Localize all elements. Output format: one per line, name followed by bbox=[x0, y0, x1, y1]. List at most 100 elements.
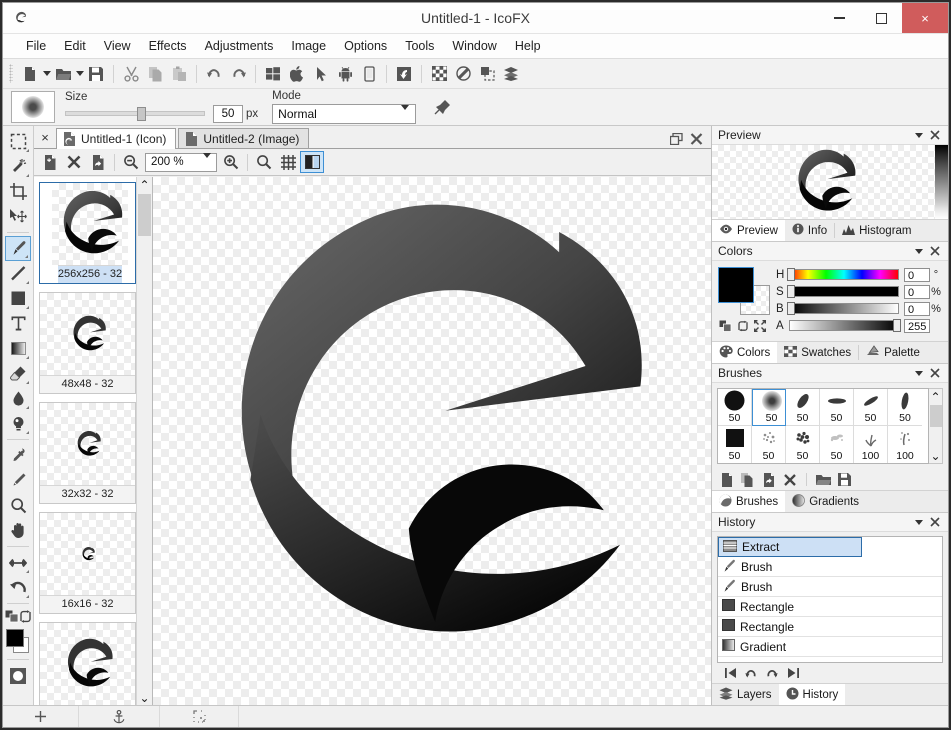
brush-item-hard-round[interactable]: 50 bbox=[718, 389, 752, 426]
saturation-slider-thumb[interactable] bbox=[787, 284, 795, 298]
close-all-tabs-button[interactable]: × bbox=[34, 126, 56, 148]
menu-window[interactable]: Window bbox=[443, 36, 505, 56]
scroll-down-button[interactable]: ⌄ bbox=[928, 448, 943, 463]
rectangular-marquee-tool[interactable] bbox=[5, 129, 31, 154]
tab-preview[interactable]: Preview bbox=[712, 220, 785, 241]
brush-item-flat-oval[interactable]: 50 bbox=[820, 389, 854, 426]
zoom-in-icon[interactable] bbox=[219, 151, 243, 173]
hue-input[interactable]: 0 bbox=[904, 267, 930, 282]
preview-canvas[interactable] bbox=[712, 145, 935, 219]
paste-icon[interactable] bbox=[167, 62, 191, 85]
close-panel-icon[interactable] bbox=[927, 365, 943, 381]
menu-help[interactable]: Help bbox=[506, 36, 550, 56]
add-status-icon[interactable] bbox=[3, 706, 79, 727]
scroll-down-button[interactable]: ⌄ bbox=[137, 690, 152, 705]
brush-item-hard-square[interactable]: 50 bbox=[718, 426, 752, 463]
extract-icon[interactable] bbox=[392, 62, 416, 85]
menu-options[interactable]: Options bbox=[335, 36, 396, 56]
brightness-slider[interactable] bbox=[787, 301, 899, 315]
scroll-up-button[interactable]: ⌃ bbox=[137, 177, 152, 192]
transparency-icon[interactable] bbox=[427, 62, 451, 85]
brush-size-slider[interactable] bbox=[65, 106, 205, 121]
brightness-input[interactable]: 0 bbox=[904, 301, 930, 316]
zoom-fit-icon[interactable] bbox=[252, 151, 276, 173]
mobile-icon[interactable] bbox=[357, 62, 381, 85]
brush-item-splash[interactable]: 100 bbox=[888, 426, 922, 463]
opacity-icon[interactable] bbox=[451, 62, 475, 85]
swap-colors-icon[interactable] bbox=[19, 610, 32, 626]
canvas-viewport[interactable] bbox=[153, 177, 711, 705]
chevron-down-icon[interactable] bbox=[911, 514, 927, 530]
cursor-icon[interactable] bbox=[309, 62, 333, 85]
alpha-slider-thumb[interactable] bbox=[893, 318, 901, 332]
zoom-out-icon[interactable] bbox=[119, 151, 143, 173]
text-tool[interactable] bbox=[5, 311, 31, 336]
hue-slider-thumb[interactable] bbox=[787, 267, 795, 281]
minimize-button[interactable] bbox=[818, 3, 860, 33]
dodge-tool[interactable] bbox=[5, 411, 31, 436]
pencil-tool[interactable] bbox=[5, 468, 31, 493]
menu-edit[interactable]: Edit bbox=[55, 36, 95, 56]
undo-icon[interactable] bbox=[202, 62, 226, 85]
document-tab-untitled-1[interactable]: Untitled-1 (Icon) bbox=[56, 128, 177, 149]
menu-adjustments[interactable]: Adjustments bbox=[196, 36, 283, 56]
duplicate-color-icon[interactable] bbox=[719, 320, 732, 335]
flip-tool[interactable] bbox=[5, 550, 31, 575]
android-icon[interactable] bbox=[333, 62, 357, 85]
zoom-level-select[interactable]: 200 % bbox=[145, 152, 217, 172]
menu-tools[interactable]: Tools bbox=[396, 36, 443, 56]
layers-icon[interactable] bbox=[499, 62, 523, 85]
cut-icon[interactable] bbox=[119, 62, 143, 85]
alpha-slider[interactable] bbox=[789, 318, 901, 332]
apple-icon[interactable] bbox=[285, 62, 309, 85]
tab-swatches[interactable]: Swatches bbox=[777, 342, 858, 363]
icon-size-item-partial[interactable] bbox=[39, 622, 136, 705]
new-document-icon[interactable] bbox=[18, 62, 42, 85]
line-tool[interactable] bbox=[5, 261, 31, 286]
grid-icon[interactable] bbox=[276, 151, 300, 173]
load-brush-icon[interactable] bbox=[814, 471, 832, 489]
edit-brush-icon[interactable] bbox=[760, 471, 778, 489]
eyedropper-tool[interactable] bbox=[5, 443, 31, 468]
brightness-slider-thumb[interactable] bbox=[787, 301, 795, 315]
anchor-status-icon[interactable] bbox=[79, 706, 160, 727]
brush-item-vertical-blob[interactable]: 50 bbox=[888, 389, 922, 426]
first-step-icon[interactable] bbox=[722, 665, 738, 681]
new-brush-icon[interactable] bbox=[718, 471, 736, 489]
brush-item-grass[interactable]: 100 bbox=[854, 426, 888, 463]
gradient-tool[interactable] bbox=[5, 336, 31, 361]
icon-list-scrollbar[interactable]: ⌃ ⌄ bbox=[136, 177, 152, 705]
eraser-tool[interactable] bbox=[5, 361, 31, 386]
hand-tool[interactable] bbox=[5, 518, 31, 543]
history-item-extract[interactable]: Extract bbox=[718, 537, 862, 557]
tab-palette[interactable]: Palette bbox=[859, 342, 927, 363]
scrollbar-thumb[interactable] bbox=[138, 194, 151, 236]
menu-effects[interactable]: Effects bbox=[140, 36, 196, 56]
close-panel-icon[interactable] bbox=[927, 514, 943, 530]
chevron-down-icon[interactable] bbox=[911, 365, 927, 381]
icon-size-item-48[interactable]: 48x48 - 32 bbox=[39, 292, 136, 394]
magic-wand-tool[interactable] bbox=[5, 154, 31, 179]
export-image-icon[interactable] bbox=[86, 151, 110, 173]
chevron-down-icon[interactable] bbox=[911, 243, 927, 259]
toolbar-grip[interactable] bbox=[9, 64, 13, 83]
rotate-tool[interactable] bbox=[5, 575, 31, 600]
rectangle-tool[interactable] bbox=[5, 286, 31, 311]
saturation-slider[interactable] bbox=[787, 284, 899, 298]
close-panel-icon[interactable] bbox=[927, 243, 943, 259]
selection-status-icon[interactable] bbox=[160, 706, 239, 727]
step-back-icon[interactable] bbox=[743, 665, 759, 681]
menu-image[interactable]: Image bbox=[282, 36, 335, 56]
open-folder-icon[interactable] bbox=[51, 62, 75, 85]
foreground-color-swatch[interactable] bbox=[6, 629, 24, 647]
windows-icon[interactable] bbox=[261, 62, 285, 85]
tab-histogram[interactable]: Histogram bbox=[835, 220, 918, 241]
new-document-dropdown-icon[interactable] bbox=[42, 62, 51, 85]
scroll-up-button[interactable]: ⌃ bbox=[928, 389, 943, 404]
history-list[interactable]: Extract Brush Brush Rectangle Rectangle … bbox=[717, 536, 943, 663]
brush-item-spatter-light[interactable]: 50 bbox=[752, 426, 786, 463]
history-item-rectangle-2[interactable]: Rectangle bbox=[718, 617, 942, 637]
foreground-color-swatch[interactable] bbox=[718, 267, 754, 303]
scrollbar-thumb[interactable] bbox=[929, 405, 942, 427]
icon-size-item-16[interactable]: 16x16 - 32 bbox=[39, 512, 136, 614]
